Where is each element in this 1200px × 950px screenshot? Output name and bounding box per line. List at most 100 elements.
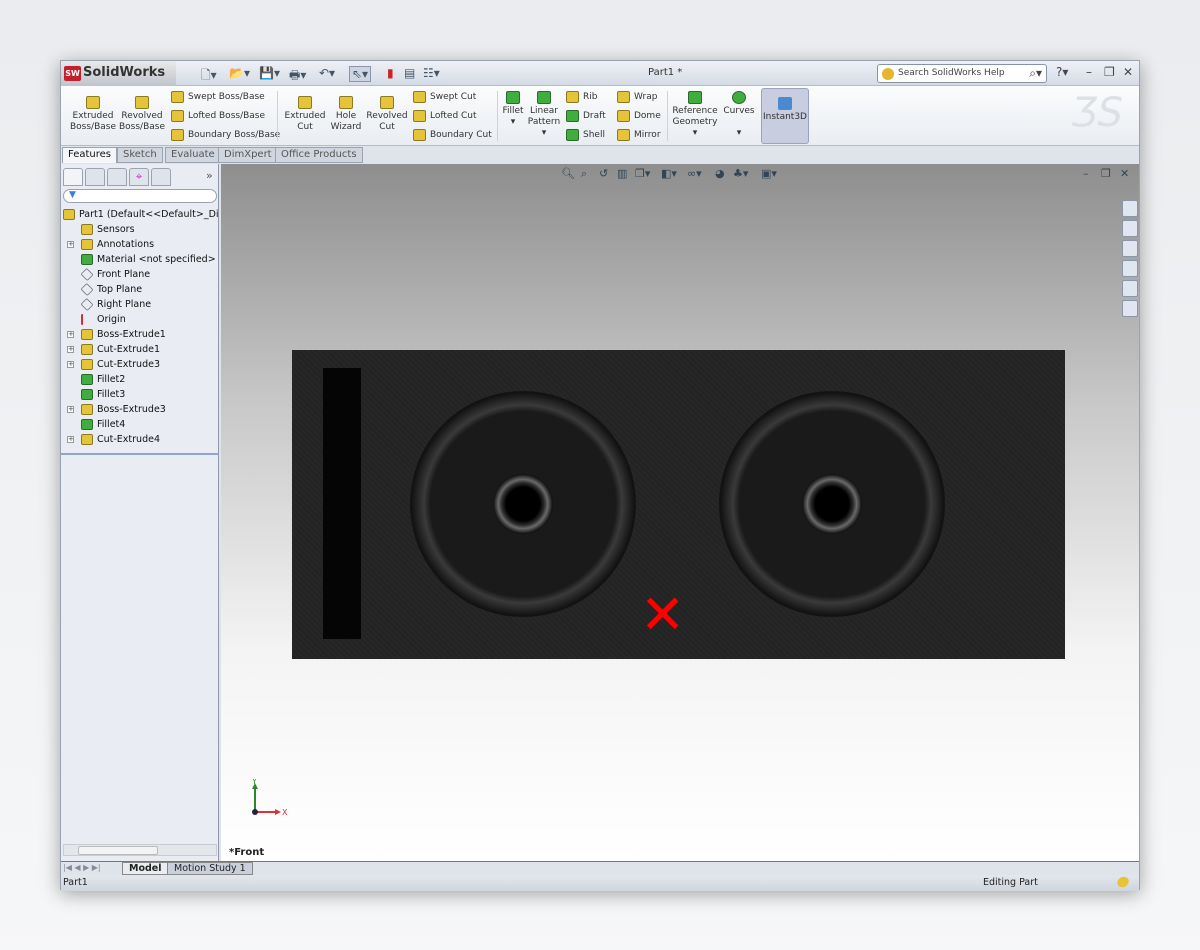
tree-item[interactable]: Fillet4 xyxy=(81,417,125,432)
shell-button[interactable]: Shell xyxy=(566,129,605,141)
search-icon[interactable]: ⌕▾ xyxy=(1029,66,1042,81)
dimxpert-manager-tab-icon[interactable]: ⌖ xyxy=(129,168,149,186)
search-input[interactable]: Search SolidWorks Help ⌕▾ xyxy=(877,64,1047,83)
wrap-button[interactable]: Wrap xyxy=(617,91,657,103)
tree-item[interactable]: Front Plane xyxy=(80,267,150,282)
new-icon[interactable]: 🗋▾ xyxy=(201,66,217,87)
swept-boss-button[interactable]: Swept Boss/Base xyxy=(171,91,265,103)
tree-root-part1[interactable]: Part1 (Default<<Default>_Disp xyxy=(63,207,219,222)
undo-icon[interactable]: ↶▾ xyxy=(319,66,335,80)
help-menu-icon[interactable]: ?▾ xyxy=(1056,65,1068,79)
tree-item[interactable]: Right Plane xyxy=(80,297,151,312)
previous-view-icon[interactable]: ↺ xyxy=(599,167,608,180)
boundary-boss-button[interactable]: Boundary Boss/Base xyxy=(171,129,280,141)
lofted-cut-button[interactable]: Lofted Cut xyxy=(413,110,477,122)
expand-chevron-icon[interactable]: » xyxy=(206,169,213,182)
graphics-area[interactable]: 🔍︎ ⌕ ↺ ▥ ❐▾ ◧▾ ∞▾ ◕ ♣▾ ▣▾ – ❐ ✕ ✕ Y X *F… xyxy=(221,164,1139,861)
expand-icon[interactable]: + xyxy=(67,331,74,338)
design-library-icon[interactable] xyxy=(1122,220,1138,237)
solidworks-menu-button[interactable]: SW SolidWorks xyxy=(61,61,176,86)
tab-scroll-arrows-icon[interactable]: |◀ ◀ ▶ ▶| xyxy=(63,863,101,872)
tree-item[interactable]: + Boss-Extrude1 xyxy=(67,327,166,342)
feature-manager-tab-icon[interactable] xyxy=(63,168,83,186)
tree-item[interactable]: Material <not specified> xyxy=(81,252,216,267)
apply-scene-icon[interactable]: ♣▾ xyxy=(733,167,748,180)
tree-item[interactable]: Fillet2 xyxy=(81,372,125,387)
file-properties-icon[interactable]: ▤ xyxy=(404,66,415,80)
rebuild-icon[interactable]: ▮ xyxy=(387,66,394,80)
home-icon[interactable] xyxy=(1122,200,1138,217)
mirror-button[interactable]: Mirror xyxy=(617,129,661,141)
revolved-cut-button[interactable]: Revolved Cut xyxy=(365,96,409,133)
tree-item[interactable]: + Cut-Extrude4 xyxy=(67,432,160,447)
viewport-restore-button[interactable]: ❐ xyxy=(1101,167,1111,180)
expand-icon[interactable]: + xyxy=(67,406,74,413)
custom-properties-icon[interactable] xyxy=(1122,300,1138,317)
section-view-icon[interactable]: ▥ xyxy=(617,167,627,180)
revolved-boss-button[interactable]: Revolved Boss/Base xyxy=(119,96,165,133)
expand-icon[interactable]: + xyxy=(67,436,74,443)
zoom-to-area-icon[interactable]: ⌕ xyxy=(581,167,587,181)
horizontal-scrollbar[interactable] xyxy=(63,844,217,856)
tab-motion-study-1[interactable]: Motion Study 1 xyxy=(167,862,253,875)
hole-wizard-button[interactable]: Hole Wizard xyxy=(327,96,365,133)
expand-icon[interactable]: + xyxy=(67,361,74,368)
tab-model[interactable]: Model xyxy=(122,862,169,875)
view-settings-icon[interactable]: ▣▾ xyxy=(761,167,777,180)
close-button[interactable]: ✕ xyxy=(1123,65,1133,79)
edit-appearance-icon[interactable]: ◕ xyxy=(715,167,725,180)
extruded-boss-button[interactable]: Extruded Boss/Base xyxy=(69,96,117,133)
swept-cut-button[interactable]: Swept Cut xyxy=(413,91,476,103)
tree-item[interactable]: + Boss-Extrude3 xyxy=(67,402,166,417)
zoom-to-fit-icon[interactable]: 🔍︎ xyxy=(561,167,575,180)
property-manager-tab-icon[interactable] xyxy=(85,168,105,186)
tree-filter-input[interactable]: ▼ xyxy=(63,189,217,203)
select-icon[interactable]: ⇖▾ xyxy=(349,66,372,82)
save-icon[interactable]: 💾▾ xyxy=(259,66,280,80)
rib-button[interactable]: Rib xyxy=(566,91,597,103)
display-style-icon[interactable]: ◧▾ xyxy=(661,167,677,180)
appearances-icon[interactable] xyxy=(1122,280,1138,297)
viewport-close-button[interactable]: ✕ xyxy=(1120,167,1129,180)
tree-item[interactable]: Top Plane xyxy=(80,282,142,297)
lofted-boss-button[interactable]: Lofted Boss/Base xyxy=(171,110,265,122)
tab-evaluate[interactable]: Evaluate xyxy=(165,147,221,163)
open-icon[interactable]: 📂▾ xyxy=(229,66,250,80)
speaker-part-model[interactable]: ✕ xyxy=(292,350,1065,659)
fillet-button[interactable]: Fillet ▾ xyxy=(501,91,525,128)
tab-sketch[interactable]: Sketch xyxy=(117,147,163,163)
print-icon[interactable]: 🖶▾ xyxy=(289,66,306,87)
display-manager-tab-icon[interactable] xyxy=(151,168,171,186)
scrollbar-thumb[interactable] xyxy=(78,846,158,855)
viewport-minimize-button[interactable]: – xyxy=(1083,167,1089,180)
minimize-button[interactable]: – xyxy=(1086,65,1092,79)
extruded-cut-button[interactable]: Extruded Cut xyxy=(283,96,327,133)
hide-show-items-icon[interactable]: ∞▾ xyxy=(687,167,702,180)
boundary-cut-button[interactable]: Boundary Cut xyxy=(413,129,492,141)
curves-button[interactable]: Curves ▾ xyxy=(721,91,757,139)
dome-button[interactable]: Dome xyxy=(617,110,661,122)
restore-button[interactable]: ❐ xyxy=(1104,65,1115,79)
expand-icon[interactable]: + xyxy=(67,346,74,353)
file-explorer-icon[interactable] xyxy=(1122,240,1138,257)
reference-geometry-button[interactable]: Reference Geometry ▾ xyxy=(671,91,719,139)
tree-item[interactable]: + Cut-Extrude1 xyxy=(67,342,160,357)
configuration-manager-tab-icon[interactable] xyxy=(107,168,127,186)
feature-icon xyxy=(81,224,93,235)
rebuild-status-icon[interactable] xyxy=(1115,874,1131,890)
tree-item[interactable]: Sensors xyxy=(81,222,135,237)
tab-features[interactable]: Features xyxy=(62,147,117,163)
tree-item[interactable]: + Annotations xyxy=(67,237,154,252)
tree-item[interactable]: + Cut-Extrude3 xyxy=(67,357,160,372)
tree-item[interactable]: Origin xyxy=(81,312,126,327)
options-icon[interactable]: ☷▾ xyxy=(423,66,440,80)
draft-button[interactable]: Draft xyxy=(566,110,606,122)
linear-pattern-button[interactable]: Linear Pattern ▾ xyxy=(527,91,561,139)
tree-item[interactable]: Fillet3 xyxy=(81,387,125,402)
view-orientation-icon[interactable]: ❐▾ xyxy=(635,167,650,180)
instant3d-button[interactable]: Instant3D xyxy=(761,88,809,144)
view-palette-icon[interactable] xyxy=(1122,260,1138,277)
expand-icon[interactable]: + xyxy=(67,241,74,248)
tab-dimxpert[interactable]: DimXpert xyxy=(218,147,278,163)
tab-office-products[interactable]: Office Products xyxy=(275,147,363,163)
